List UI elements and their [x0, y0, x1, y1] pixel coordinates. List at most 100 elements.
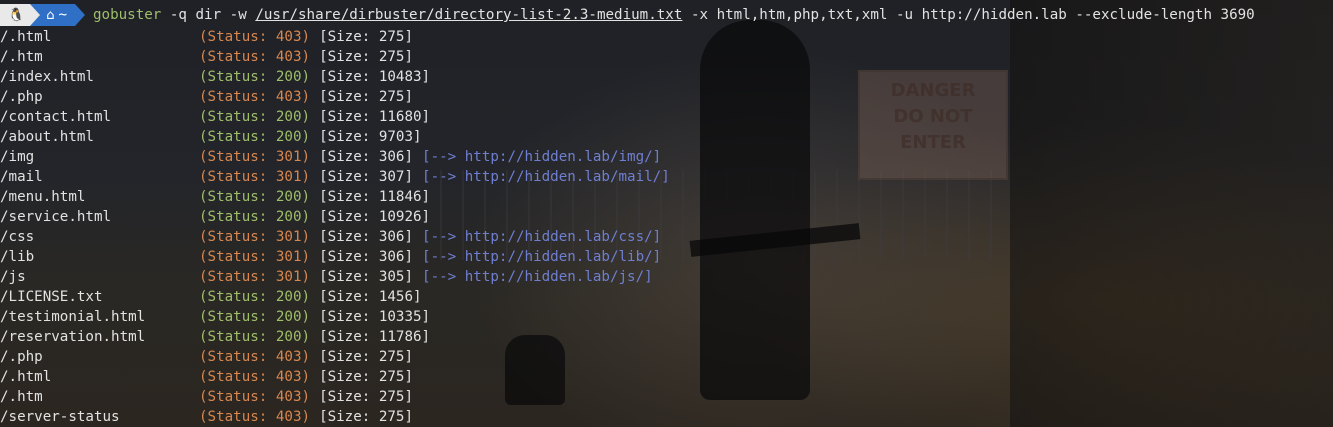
result-path: /index.html — [0, 69, 94, 85]
status-badge: (Status: 200) — [199, 209, 311, 225]
result-path: /css — [0, 229, 35, 245]
result-size: [Size: 275] — [319, 409, 414, 425]
status-badge: (Status: 301) — [199, 269, 311, 285]
list-item: /img (Status: 301) [Size: 306] [--> http://… — [0, 147, 1333, 167]
status-badge: (Status: 301) — [199, 149, 311, 165]
status-text: Status: 403 — [207, 369, 302, 385]
status-text: Status: 403 — [207, 409, 302, 425]
result-size: [Size: 275] — [319, 89, 414, 105]
result-size: [Size: 10926] — [319, 209, 431, 225]
status-text: Status: 403 — [207, 49, 302, 65]
result-size: [Size: 305] — [319, 269, 414, 285]
status-badge: (Status: 403) — [199, 349, 311, 365]
result-redirect-link[interactable]: [--> http://hidden.lab/img/] — [422, 147, 661, 167]
status-badge: (Status: 403) — [199, 89, 311, 105]
status-badge: (Status: 403) — [199, 389, 311, 405]
status-badge: (Status: 403) — [199, 49, 311, 65]
list-item: /.html (Status: 403) [Size: 275] — [0, 367, 1333, 387]
list-item: /css (Status: 301) [Size: 306] [--> http://… — [0, 227, 1333, 247]
status-text: Status: 200 — [207, 329, 302, 345]
terminal-window[interactable]: 🐧 ⌂ ~ gobuster -q dir -w /usr/share/dirb… — [0, 0, 1333, 427]
status-text: Status: 403 — [207, 89, 302, 105]
list-item: /index.html (Status: 200) [Size: 10483] — [0, 67, 1333, 87]
status-text: Status: 200 — [207, 289, 302, 305]
result-path: /js — [0, 269, 26, 285]
result-path: /mail — [0, 169, 43, 185]
prompt-os-segment: 🐧 — [0, 4, 41, 26]
result-path: /service.html — [0, 209, 112, 225]
status-badge: (Status: 403) — [199, 29, 311, 45]
list-item: /.php (Status: 403) [Size: 275] — [0, 87, 1333, 107]
result-redirect-link[interactable]: [--> http://hidden.lab/css/] — [422, 227, 661, 247]
list-item: /about.html (Status: 200) [Size: 9703] — [0, 127, 1333, 147]
list-item: /.htm (Status: 403) [Size: 275] — [0, 47, 1333, 67]
result-redirect-link[interactable]: [--> http://hidden.lab/mail/] — [422, 167, 670, 187]
result-size: [Size: 275] — [319, 369, 414, 385]
status-text: Status: 403 — [207, 29, 302, 45]
command-text[interactable]: gobuster -q dir -w /usr/share/dirbuster/… — [93, 7, 1255, 23]
status-badge: (Status: 200) — [199, 329, 311, 345]
list-item: /.php (Status: 403) [Size: 275] — [0, 347, 1333, 367]
status-badge: (Status: 301) — [199, 169, 311, 185]
result-size: [Size: 11680] — [319, 109, 431, 125]
list-item: /reservation.html (Status: 200) [Size: 117… — [0, 327, 1333, 347]
status-text: Status: 301 — [207, 249, 302, 265]
result-size: [Size: 10483] — [319, 69, 431, 85]
status-text: Status: 301 — [207, 169, 302, 185]
status-text: Status: 403 — [207, 389, 302, 405]
status-text: Status: 301 — [207, 229, 302, 245]
list-item: /LICENSE.txt (Status: 200) [Size: 1456] — [0, 287, 1333, 307]
prompt-dir-label: ~ — [58, 7, 67, 23]
result-path: /reservation.html — [0, 329, 146, 345]
result-path: /testimonial.html — [0, 309, 146, 325]
result-path: /.htm — [0, 389, 43, 405]
list-item: /contact.html (Status: 200) [Size: 11680] — [0, 107, 1333, 127]
list-item: /.html (Status: 403) [Size: 275] — [0, 27, 1333, 47]
result-path: /LICENSE.txt — [0, 289, 103, 305]
command-name: gobuster — [93, 7, 162, 23]
status-text: Status: 200 — [207, 209, 302, 225]
result-path: /contact.html — [0, 109, 112, 125]
result-size: [Size: 306] — [319, 249, 414, 265]
result-size: [Size: 306] — [319, 149, 414, 165]
status-badge: (Status: 301) — [199, 249, 311, 265]
status-text: Status: 200 — [207, 69, 302, 85]
status-text: Status: 200 — [207, 189, 302, 205]
result-path: /img — [0, 149, 35, 165]
result-path: /.html — [0, 29, 52, 45]
result-path: /.php — [0, 89, 43, 105]
result-size: [Size: 11786] — [319, 329, 431, 345]
status-badge: (Status: 200) — [199, 309, 311, 325]
result-size: [Size: 275] — [319, 29, 414, 45]
shell-prompt-line[interactable]: 🐧 ⌂ ~ gobuster -q dir -w /usr/share/dirb… — [0, 0, 1333, 30]
result-path: /about.html — [0, 129, 94, 145]
status-badge: (Status: 200) — [199, 69, 311, 85]
status-badge: (Status: 200) — [199, 289, 311, 305]
command-args-2: -x html,htm,php,txt,xml -u http://hidden… — [682, 7, 1255, 23]
gobuster-results-list: /.html (Status: 403) [Size: 275] /.htm (Stat… — [0, 27, 1333, 427]
status-text: Status: 200 — [207, 129, 302, 145]
list-item: /js (Status: 301) [Size: 305] [--> http://h… — [0, 267, 1333, 287]
result-path: /.html — [0, 369, 52, 385]
result-redirect-link[interactable]: [--> http://hidden.lab/lib/] — [422, 247, 661, 267]
list-item: /lib (Status: 301) [Size: 306] [--> http://… — [0, 247, 1333, 267]
result-redirect-link[interactable]: [--> http://hidden.lab/js/] — [422, 267, 653, 287]
home-icon: ⌂ — [46, 7, 55, 23]
result-path: /.php — [0, 349, 43, 365]
result-size: [Size: 9703] — [319, 129, 422, 145]
command-wordlist-path: /usr/share/dirbuster/directory-list-2.3-… — [255, 7, 683, 23]
status-badge: (Status: 301) — [199, 229, 311, 245]
status-text: Status: 403 — [207, 349, 302, 365]
list-item: /mail (Status: 301) [Size: 307] [--> http:/… — [0, 167, 1333, 187]
status-badge: (Status: 200) — [199, 109, 311, 125]
status-text: Status: 301 — [207, 149, 302, 165]
result-size: [Size: 275] — [319, 349, 414, 365]
result-size: [Size: 1456] — [319, 289, 422, 305]
list-item: /menu.html (Status: 200) [Size: 11846] — [0, 187, 1333, 207]
command-args-1: -q dir -w — [161, 7, 256, 23]
list-item: /.htm (Status: 403) [Size: 275] — [0, 387, 1333, 407]
result-path: /.htm — [0, 49, 43, 65]
list-item: /service.html (Status: 200) [Size: 10926] — [0, 207, 1333, 227]
linux-tux-icon: 🐧 — [8, 7, 25, 23]
list-item: /testimonial.html (Status: 200) [Size: 103… — [0, 307, 1333, 327]
